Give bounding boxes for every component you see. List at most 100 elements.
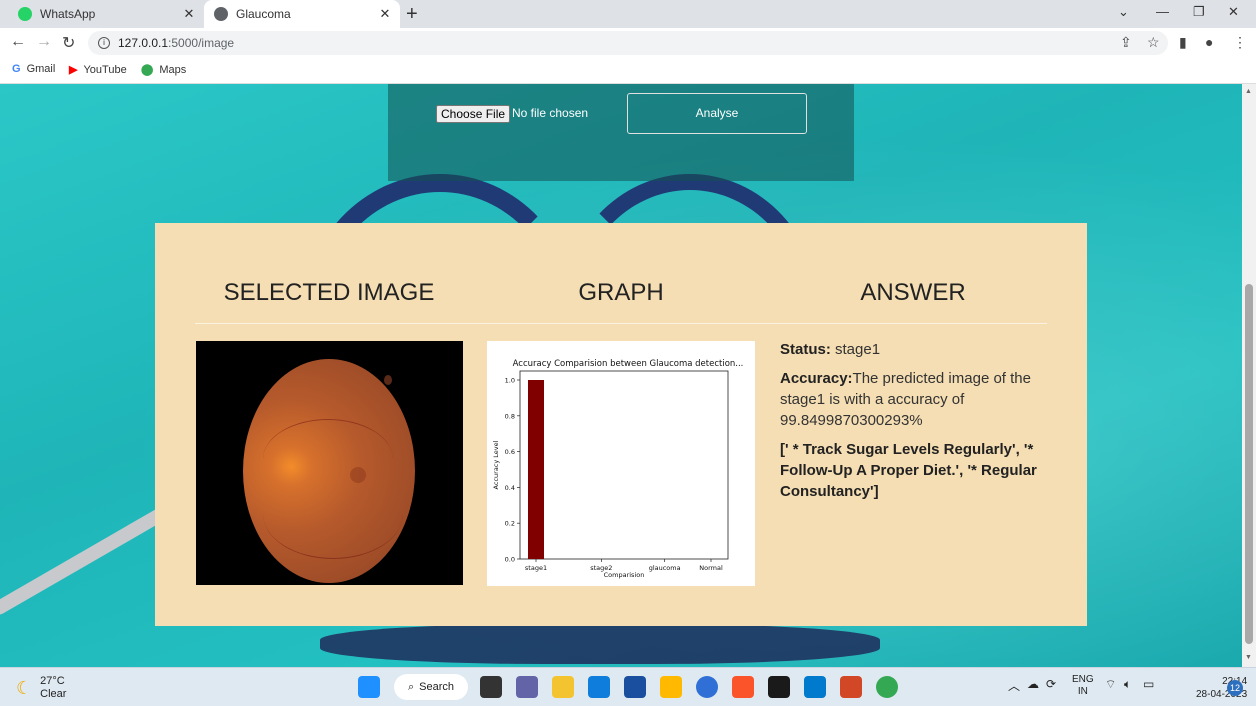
bookmark-label: Maps — [159, 63, 187, 76]
sidepanel-icon[interactable]: ▮ — [1179, 34, 1187, 51]
language-indicator[interactable]: ENG IN — [1072, 674, 1094, 698]
powerpoint-icon[interactable] — [840, 676, 862, 698]
y-tick-label: 0.6 — [505, 448, 515, 456]
bookmark-youtube[interactable]: ▶ YouTube — [69, 63, 127, 77]
globe-icon — [214, 7, 228, 21]
file-explorer-icon[interactable] — [552, 676, 574, 698]
battery-icon[interactable]: ▭ — [1143, 677, 1154, 691]
wifi-icon[interactable]: ⌔ — [1105, 677, 1116, 692]
vscode-icon[interactable] — [804, 676, 826, 698]
choose-file-button[interactable]: Choose File — [436, 105, 511, 123]
close-icon[interactable]: ✕ — [376, 6, 394, 22]
macula — [349, 466, 366, 483]
scroll-up-icon[interactable]: ▲ — [1245, 88, 1252, 95]
notification-badge[interactable]: 12 — [1227, 680, 1243, 696]
lang-top: ENG — [1072, 674, 1094, 685]
tab-title: Glaucoma — [236, 7, 291, 21]
divider — [195, 323, 1047, 324]
page-viewport: Choose File No file chosen Analyse SELEC… — [0, 84, 1242, 667]
accuracy-line: Accuracy:The predicted image of the stag… — [780, 368, 1050, 431]
scroll-down-icon[interactable]: ▼ — [1245, 654, 1252, 661]
close-window-icon[interactable]: ✕ — [1228, 4, 1239, 20]
y-axis-label: Accuracy Level — [492, 440, 500, 489]
star-icon[interactable]: ☆ — [1147, 34, 1160, 51]
chevron-up-icon[interactable]: ︿ — [1008, 677, 1020, 694]
tab-bar: WhatsApp ✕ Glaucoma ✕ + ⌄ — ❐ ✕ — [0, 0, 1256, 28]
sync-icon[interactable]: ⟳ — [1046, 677, 1056, 691]
reload-icon[interactable]: ↻ — [62, 33, 75, 53]
answer-panel: Status: stage1 Accuracy:The predicted im… — [780, 339, 1050, 510]
bookmarks-bar: G Gmail ▶ YouTube ⬤ Maps — [0, 58, 1256, 84]
result-card: SELECTED IMAGE GRAPH ANSWER Accuracy Com… — [155, 223, 1087, 626]
status-label: Status: — [780, 341, 831, 358]
taskbar-search[interactable]: ⌕ Search — [394, 674, 468, 700]
selected-image-heading: SELECTED IMAGE — [223, 279, 435, 306]
retina-image — [243, 359, 415, 583]
y-tick-label: 1.0 — [505, 377, 515, 385]
edge-icon[interactable] — [588, 676, 610, 698]
new-tab-icon[interactable]: + — [406, 3, 418, 26]
menu-icon[interactable]: ⋮ — [1233, 34, 1247, 51]
python-icon[interactable] — [660, 676, 682, 698]
recorder-icon[interactable] — [768, 676, 790, 698]
close-icon[interactable]: ✕ — [180, 6, 198, 22]
upload-form: Choose File No file chosen Analyse — [388, 84, 854, 181]
analyse-button[interactable]: Analyse — [627, 93, 807, 134]
x-tick-label: glaucoma — [649, 564, 681, 572]
y-tick-label: 0.0 — [505, 556, 515, 564]
tab-title: WhatsApp — [40, 7, 96, 21]
taskbar: ☾ 27°C Clear ⌕ Search ︿ ☁ ⟳ ENG IN ⌔ 🔈︎ … — [0, 667, 1256, 706]
vessel — [263, 469, 403, 559]
advice-text: [' * Track Sugar Levels Regularly', '* F… — [780, 441, 1037, 500]
y-tick-label: 0.4 — [505, 484, 515, 492]
y-tick-label: 0.2 — [505, 520, 515, 528]
status-line: Status: stage1 — [780, 339, 1050, 360]
info-icon[interactable]: i — [98, 37, 110, 49]
tab-glaucoma[interactable]: Glaucoma ✕ — [204, 0, 400, 28]
gmail-icon: G — [12, 63, 21, 75]
start-icon[interactable] — [358, 676, 380, 698]
minimize-icon[interactable]: — — [1156, 4, 1169, 19]
graph-heading: GRAPH — [578, 279, 664, 306]
weather-widget[interactable]: ☾ 27°C Clear — [16, 675, 66, 701]
search-label: Search — [419, 681, 455, 693]
answer-heading: ANSWER — [860, 279, 966, 306]
graph-image: Accuracy Comparision between Glaucoma de… — [487, 341, 755, 586]
chrome-icon[interactable] — [876, 676, 898, 698]
bookmark-label: Gmail — [26, 63, 56, 75]
accuracy-label: Accuracy: — [780, 370, 853, 387]
media-player-icon[interactable] — [696, 676, 718, 698]
page-scrollbar[interactable]: ▲ ▼ — [1242, 84, 1256, 667]
restore-icon[interactable]: ❐ — [1193, 4, 1205, 20]
whatsapp-icon — [18, 7, 32, 21]
chart-title: Accuracy Comparision between Glaucoma de… — [513, 359, 744, 369]
url-field[interactable]: i 127.0.0.1:5000/image — [88, 31, 1168, 55]
bar — [528, 380, 544, 559]
y-tick-label: 0.8 — [505, 412, 515, 420]
background-tube — [0, 504, 171, 618]
status-value: stage1 — [835, 341, 881, 358]
x-tick-label: stage1 — [525, 564, 547, 572]
volume-icon[interactable]: 🔈︎ — [1124, 677, 1131, 692]
bookmark-maps[interactable]: ⬤ Maps — [141, 63, 187, 77]
forward-icon[interactable]: → — [36, 33, 52, 51]
moon-icon: ☾ — [16, 677, 33, 698]
profile-icon[interactable]: ● — [1205, 34, 1213, 50]
file-status: No file chosen — [512, 106, 589, 120]
tab-whatsapp[interactable]: WhatsApp ✕ — [8, 0, 204, 28]
background-shape — [320, 624, 880, 664]
bookmark-gmail[interactable]: G Gmail — [12, 63, 55, 75]
onedrive-icon[interactable]: ☁ — [1027, 677, 1039, 691]
youtube-icon: ▶ — [69, 64, 78, 76]
scroll-thumb[interactable] — [1245, 284, 1253, 644]
task-view-icon[interactable] — [480, 676, 502, 698]
back-icon[interactable]: ← — [10, 33, 26, 51]
teams-icon[interactable] — [516, 676, 538, 698]
brave-icon[interactable] — [732, 676, 754, 698]
image-artifact — [384, 375, 392, 385]
weather-condition: Clear — [40, 688, 67, 700]
temperature: 27°C — [40, 675, 65, 687]
share-icon[interactable]: ⇪ — [1120, 34, 1132, 51]
store-icon[interactable] — [624, 676, 646, 698]
chevron-down-icon[interactable]: ⌄ — [1118, 4, 1129, 20]
